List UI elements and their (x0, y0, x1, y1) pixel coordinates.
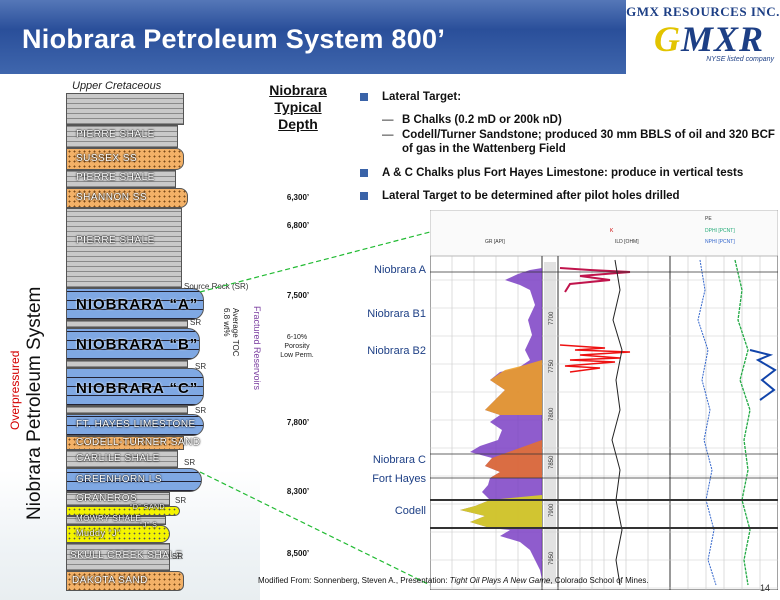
log-label-codell: Codell (394, 505, 426, 517)
depth-track (544, 262, 556, 584)
depth-mark-label: 7700 (549, 311, 555, 325)
well-log: GR [API] ILD [OHM] K PE DPHI [PCNT] NPHI… (430, 210, 778, 590)
connector-line-bottom (199, 471, 431, 586)
depth-mark-label: 7750 (549, 359, 555, 373)
log-label-niobrara-c: Niobrara C (372, 454, 426, 466)
source-credit: Modified From: Sonnenberg, Steven A., Pr… (258, 576, 649, 585)
depth-mark-label: 7850 (549, 455, 555, 469)
curve-header-dphi: DPHI [PCNT] (705, 228, 735, 234)
page-number: 14 (759, 583, 770, 593)
depth-mark-label: 7900 (549, 503, 555, 517)
connector-line-top (199, 231, 431, 293)
log-label-fort-hayes: Fort Hayes (372, 473, 426, 485)
depth-mark-label: 7800 (549, 407, 555, 421)
curve-header-gr: GR [API] (485, 239, 505, 245)
curve-header-npe: NPHI [PCNT] (705, 239, 735, 245)
log-label-niobrara-b1: Niobrara B1 (367, 308, 426, 320)
log-label-niobrara-b2: Niobrara B2 (367, 345, 426, 357)
curve-header-pe: PE (705, 216, 712, 222)
log-label-niobrara-a: Niobrara A (374, 264, 426, 276)
depth-mark-label: 7950 (549, 551, 555, 565)
curve-header-ild: ILD [OHM] (615, 239, 639, 245)
